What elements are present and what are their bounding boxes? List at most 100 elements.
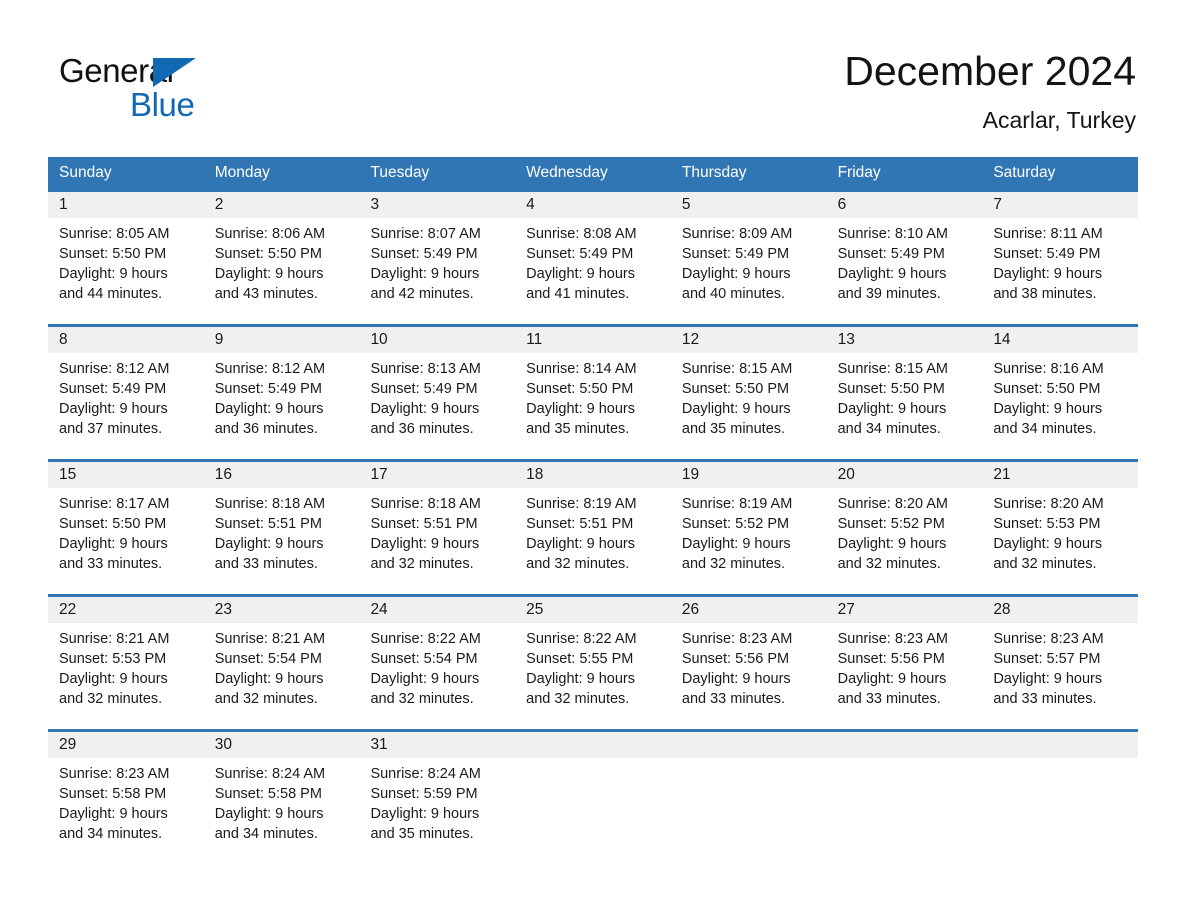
day-cell[interactable]: 17 Sunrise: 8:18 AM Sunset: 5:51 PM Dayl… <box>359 462 516 594</box>
day-number-band: 7 <box>982 192 1139 218</box>
sunrise-text: Sunrise: 8:15 AM <box>837 361 949 377</box>
daylight-text-line1: Daylight: 9 hours <box>526 671 635 687</box>
day-cell-empty <box>670 732 827 847</box>
day-info: Sunrise: 8:13 AM Sunset: 5:49 PM Dayligh… <box>359 353 515 439</box>
sunrise-text: Sunrise: 8:23 AM <box>837 631 949 647</box>
day-cell[interactable]: 22 Sunrise: 8:21 AM Sunset: 5:53 PM Dayl… <box>48 597 204 729</box>
day-number-band: 16 <box>203 462 360 488</box>
day-cell[interactable]: 2 Sunrise: 8:06 AM Sunset: 5:50 PM Dayli… <box>203 192 360 324</box>
day-number: 10 <box>370 331 388 348</box>
day-cell[interactable]: 23 Sunrise: 8:21 AM Sunset: 5:54 PM Dayl… <box>203 597 360 729</box>
page-title: December 2024 <box>844 48 1136 94</box>
day-number-band: 11 <box>515 327 671 353</box>
day-info: Sunrise: 8:15 AM Sunset: 5:50 PM Dayligh… <box>671 353 827 439</box>
day-number: 8 <box>59 331 68 348</box>
daylight-text-line1: Daylight: 9 hours <box>526 401 635 417</box>
day-cell[interactable]: 19 Sunrise: 8:19 AM Sunset: 5:52 PM Dayl… <box>670 462 827 594</box>
day-number: 30 <box>214 736 232 753</box>
sunset-text: Sunset: 5:57 PM <box>993 651 1101 667</box>
sunrise-text: Sunrise: 8:20 AM <box>837 496 949 512</box>
sunrise-text: Sunrise: 8:16 AM <box>993 361 1104 377</box>
daylight-text-line1: Daylight: 9 hours <box>370 671 480 687</box>
daylight-text-line1: Daylight: 9 hours <box>681 401 791 417</box>
weekday-header-wednesday: Wednesday <box>526 164 608 181</box>
day-cell[interactable]: 14 Sunrise: 8:16 AM Sunset: 5:50 PM Dayl… <box>982 327 1139 459</box>
daylight-text-line1: Daylight: 9 hours <box>59 536 168 552</box>
day-cell[interactable]: 16 Sunrise: 8:18 AM Sunset: 5:51 PM Dayl… <box>203 462 360 594</box>
daylight-text-line2: and 34 minutes. <box>993 421 1097 437</box>
day-cell[interactable]: 27 Sunrise: 8:23 AM Sunset: 5:56 PM Dayl… <box>826 597 983 729</box>
day-info: Sunrise: 8:14 AM Sunset: 5:50 PM Dayligh… <box>515 353 671 439</box>
daylight-text-line2: and 35 minutes. <box>526 421 630 437</box>
day-cell[interactable]: 1 Sunrise: 8:05 AM Sunset: 5:50 PM Dayli… <box>48 192 204 324</box>
day-cell[interactable]: 21 Sunrise: 8:20 AM Sunset: 5:53 PM Dayl… <box>982 462 1139 594</box>
daylight-text-line1: Daylight: 9 hours <box>214 401 324 417</box>
week-row: 8 Sunrise: 8:12 AM Sunset: 5:49 PM Dayli… <box>48 324 1139 459</box>
day-info: Sunrise: 8:07 AM Sunset: 5:49 PM Dayligh… <box>359 218 515 304</box>
weekday-header-thursday: Thursday <box>681 164 747 181</box>
day-info: Sunrise: 8:21 AM Sunset: 5:54 PM Dayligh… <box>204 623 360 709</box>
sunrise-text: Sunrise: 8:12 AM <box>59 361 170 377</box>
sunset-text: Sunset: 5:51 PM <box>214 516 322 532</box>
day-number-band: 30 <box>203 732 360 758</box>
sunrise-text: Sunrise: 8:08 AM <box>526 226 637 242</box>
day-cell-empty <box>982 732 1139 847</box>
day-cell[interactable]: 15 Sunrise: 8:17 AM Sunset: 5:50 PM Dayl… <box>48 462 204 594</box>
daylight-text-line1: Daylight: 9 hours <box>526 266 635 282</box>
sunset-text: Sunset: 5:51 PM <box>526 516 634 532</box>
sunrise-text: Sunrise: 8:12 AM <box>214 361 326 377</box>
week-row: 15 Sunrise: 8:17 AM Sunset: 5:50 PM Dayl… <box>48 459 1139 594</box>
day-number: 14 <box>993 331 1011 348</box>
day-cell[interactable]: 25 Sunrise: 8:22 AM Sunset: 5:55 PM Dayl… <box>515 597 671 729</box>
day-info: Sunrise: 8:24 AM Sunset: 5:59 PM Dayligh… <box>359 758 515 844</box>
daylight-text-line2: and 43 minutes. <box>214 286 318 302</box>
day-number: 29 <box>59 736 77 753</box>
sunrise-text: Sunrise: 8:19 AM <box>526 496 637 512</box>
day-number: 11 <box>526 331 543 348</box>
day-cell[interactable]: 10 Sunrise: 8:13 AM Sunset: 5:49 PM Dayl… <box>359 327 516 459</box>
day-cell[interactable]: 6 Sunrise: 8:10 AM Sunset: 5:49 PM Dayli… <box>826 192 983 324</box>
day-cell[interactable]: 7 Sunrise: 8:11 AM Sunset: 5:49 PM Dayli… <box>982 192 1139 324</box>
day-cell[interactable]: 31 Sunrise: 8:24 AM Sunset: 5:59 PM Dayl… <box>359 732 516 847</box>
day-number-band: 5 <box>670 192 827 218</box>
day-cell[interactable]: 5 Sunrise: 8:09 AM Sunset: 5:49 PM Dayli… <box>670 192 827 324</box>
day-cell[interactable]: 12 Sunrise: 8:15 AM Sunset: 5:50 PM Dayl… <box>670 327 827 459</box>
sunset-text: Sunset: 5:51 PM <box>370 516 478 532</box>
day-number: 17 <box>370 466 388 483</box>
day-cell-empty <box>826 732 983 847</box>
day-info: Sunrise: 8:10 AM Sunset: 5:49 PM Dayligh… <box>827 218 983 304</box>
day-cell[interactable]: 29 Sunrise: 8:23 AM Sunset: 5:58 PM Dayl… <box>48 732 204 847</box>
sunrise-text: Sunrise: 8:23 AM <box>59 766 170 782</box>
day-cell[interactable]: 20 Sunrise: 8:20 AM Sunset: 5:52 PM Dayl… <box>826 462 983 594</box>
day-info: Sunrise: 8:09 AM Sunset: 5:49 PM Dayligh… <box>671 218 827 304</box>
daylight-text-line2: and 32 minutes. <box>526 691 630 707</box>
day-number-band: 21 <box>982 462 1139 488</box>
day-cell[interactable]: 26 Sunrise: 8:23 AM Sunset: 5:56 PM Dayl… <box>670 597 827 729</box>
daylight-text-line2: and 44 minutes. <box>59 286 163 302</box>
day-cell[interactable]: 18 Sunrise: 8:19 AM Sunset: 5:51 PM Dayl… <box>515 462 671 594</box>
day-cell[interactable]: 30 Sunrise: 8:24 AM Sunset: 5:58 PM Dayl… <box>203 732 360 847</box>
day-cell[interactable]: 24 Sunrise: 8:22 AM Sunset: 5:54 PM Dayl… <box>359 597 516 729</box>
day-info: Sunrise: 8:18 AM Sunset: 5:51 PM Dayligh… <box>204 488 360 574</box>
day-info: Sunrise: 8:19 AM Sunset: 5:52 PM Dayligh… <box>671 488 827 574</box>
day-number: 22 <box>59 601 77 618</box>
day-cell[interactable]: 11 Sunrise: 8:14 AM Sunset: 5:50 PM Dayl… <box>515 327 671 459</box>
day-info: Sunrise: 8:06 AM Sunset: 5:50 PM Dayligh… <box>204 218 360 304</box>
general-blue-logo[interactable]: General Blue <box>59 53 319 123</box>
day-cell[interactable]: 3 Sunrise: 8:07 AM Sunset: 5:49 PM Dayli… <box>359 192 516 324</box>
day-cell[interactable]: 13 Sunrise: 8:15 AM Sunset: 5:50 PM Dayl… <box>826 327 983 459</box>
day-cell[interactable]: 28 Sunrise: 8:23 AM Sunset: 5:57 PM Dayl… <box>982 597 1139 729</box>
day-number-band: 6 <box>826 192 983 218</box>
daylight-text-line1: Daylight: 9 hours <box>59 401 168 417</box>
day-number: 20 <box>837 466 855 483</box>
daylight-text-line2: and 32 minutes. <box>59 691 163 707</box>
day-number-band: 15 <box>48 462 204 488</box>
sunrise-text: Sunrise: 8:18 AM <box>370 496 481 512</box>
daylight-text-line1: Daylight: 9 hours <box>370 536 480 552</box>
day-cell[interactable]: 9 Sunrise: 8:12 AM Sunset: 5:49 PM Dayli… <box>203 327 360 459</box>
daylight-text-line1: Daylight: 9 hours <box>59 806 168 822</box>
daylight-text-line2: and 33 minutes. <box>59 556 163 572</box>
day-cell[interactable]: 8 Sunrise: 8:12 AM Sunset: 5:49 PM Dayli… <box>48 327 204 459</box>
day-number: 23 <box>214 601 232 618</box>
day-cell[interactable]: 4 Sunrise: 8:08 AM Sunset: 5:49 PM Dayli… <box>515 192 671 324</box>
